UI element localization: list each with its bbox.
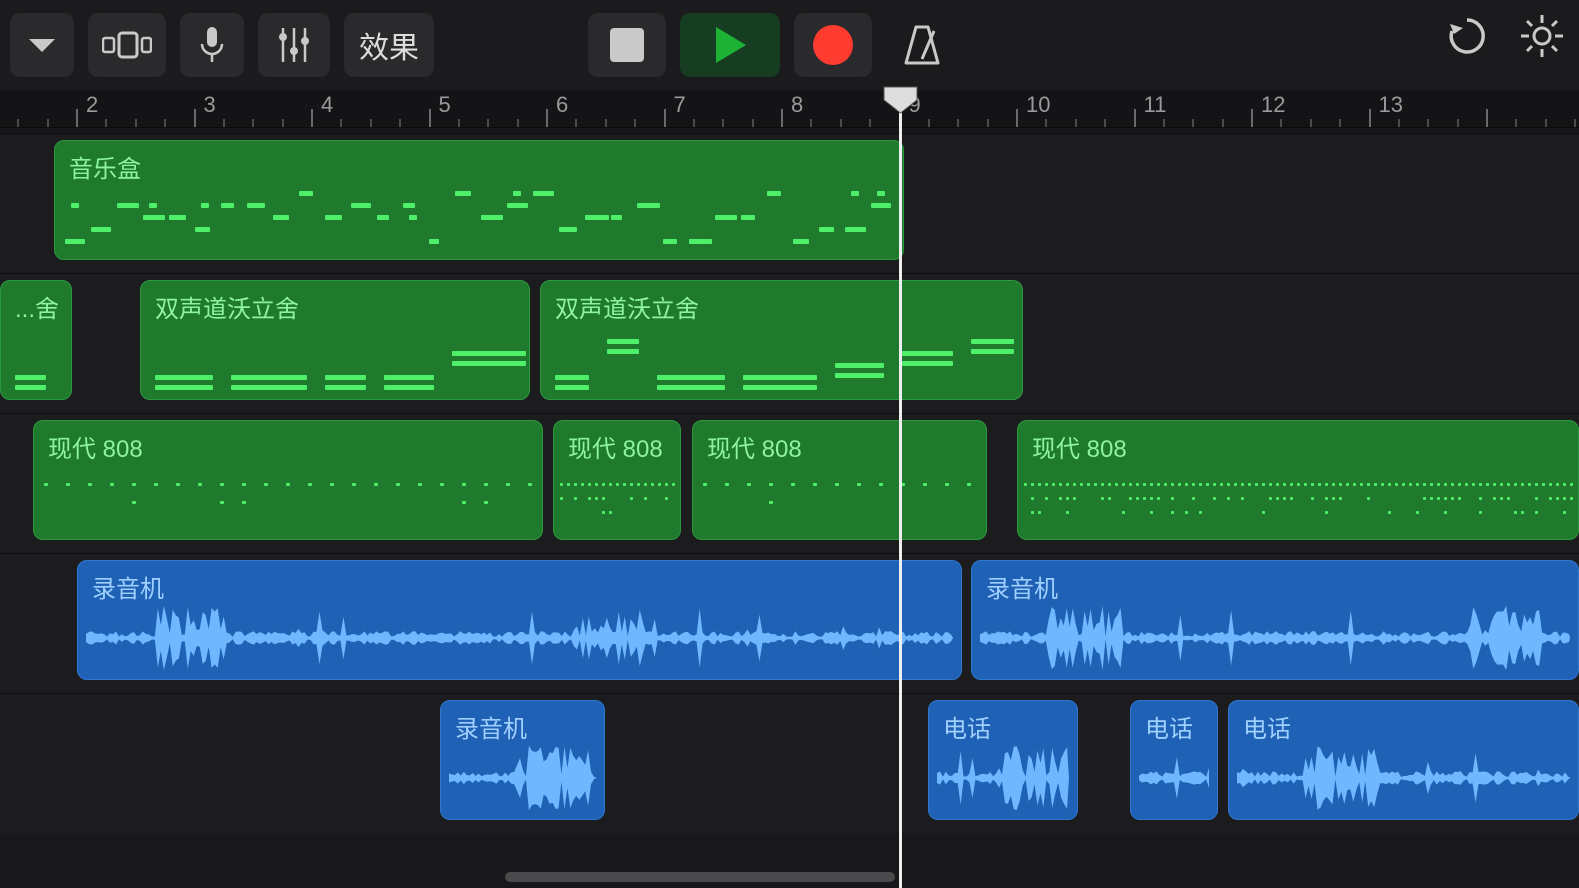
region-label: 现代 808 [1032,429,1564,464]
ruler-bar-label: 5 [439,92,451,118]
region-label: 录音机 [455,709,590,744]
ruler-bar-label: 8 [791,92,803,118]
audio-region[interactable]: 录音机 [971,560,1579,680]
midi-region[interactable]: 现代 808 [553,420,681,540]
midi-region[interactable]: ...舍 [0,280,72,400]
stop-button[interactable] [588,13,666,77]
ruler-tick [194,109,196,127]
ruler-bar-label: 3 [204,92,216,118]
midi-region[interactable]: 现代 808 [1017,420,1579,540]
ruler-tick [664,109,666,127]
play-button[interactable] [680,13,780,77]
mic-button[interactable] [180,13,244,77]
loop-browser-button[interactable] [1445,14,1489,63]
region-label: 音乐盒 [69,149,889,184]
midi-region[interactable]: 音乐盒 [54,140,904,260]
metronome-icon [900,23,944,67]
record-icon [813,25,853,65]
ruler-tick [1369,109,1371,127]
ruler-bar-label: 2 [86,92,98,118]
ruler-tick [1134,109,1136,127]
transport [588,13,958,77]
region-label: 双声道沃立舍 [555,289,1008,324]
midi-region[interactable]: 现代 808 [692,420,987,540]
audio-region[interactable]: 电话 [1130,700,1218,820]
metronome-button[interactable] [886,13,958,77]
region-label: 录音机 [92,569,947,604]
audio-region[interactable]: 录音机 [77,560,962,680]
region-label: 现代 808 [568,429,666,464]
midi-region[interactable]: 现代 808 [33,420,543,540]
audio-region[interactable]: 电话 [1228,700,1579,820]
region-label: 电话 [1243,709,1564,744]
region-label: 电话 [1145,709,1203,744]
ruler-tick [1251,109,1253,127]
controls-button[interactable] [258,13,330,77]
stop-icon [610,28,644,62]
region-label: 电话 [943,709,1063,744]
play-icon [712,25,748,65]
ruler-tick [1486,109,1488,127]
region-label: 现代 808 [707,429,972,464]
settings-button[interactable] [1519,13,1565,64]
ruler-tick [899,109,901,127]
ruler-bar-label: 10 [1026,92,1050,118]
track-view-button[interactable] [88,13,166,77]
region-label: 双声道沃立舍 [155,289,515,324]
ruler-bar-label: 12 [1261,92,1285,118]
mic-icon [199,26,225,64]
ruler-bar-label: 7 [674,92,686,118]
ruler-tick [311,109,313,127]
region-label: 录音机 [986,569,1564,604]
ruler-tick [781,109,783,127]
ruler-bar-label: 11 [1144,92,1167,118]
ruler-bar-label: 13 [1379,92,1403,118]
ruler-bar-label: 9 [909,92,921,118]
ruler-tick [546,109,548,127]
region-label: 现代 808 [48,429,528,464]
midi-region[interactable]: 双声道沃立舍 [140,280,530,400]
loop-icon [1445,14,1489,58]
menu-button[interactable] [10,13,74,77]
toolbar: 效果 [0,0,1579,90]
ruler-tick [1016,109,1018,127]
timeline-ruler[interactable]: 2 3 4 5 6 7 8 9 10 11 12 13 [0,90,1579,128]
sliders-icon [276,25,312,65]
ruler-tick [76,109,78,127]
chevron-down-icon [27,35,57,55]
fx-label: 效果 [359,23,419,67]
midi-region[interactable]: 双声道沃立舍 [540,280,1023,400]
horizontal-scrollbar[interactable] [505,872,895,882]
audio-region[interactable]: 录音机 [440,700,605,820]
audio-region[interactable]: 电话 [928,700,1078,820]
tracks-area[interactable]: 音乐盒 ...舍 双声道沃立舍 双声道沃立舍现代 808 现代 808 现代 808 现代 … [0,128,1579,888]
ruler-bar-label: 4 [321,92,333,118]
gear-icon [1519,13,1565,59]
fx-button[interactable]: 效果 [344,13,434,77]
ruler-bar-label: 6 [556,92,568,118]
ruler-tick [429,109,431,127]
region-label: ...舍 [15,289,57,324]
record-button[interactable] [794,13,872,77]
track-view-icon [102,30,152,60]
